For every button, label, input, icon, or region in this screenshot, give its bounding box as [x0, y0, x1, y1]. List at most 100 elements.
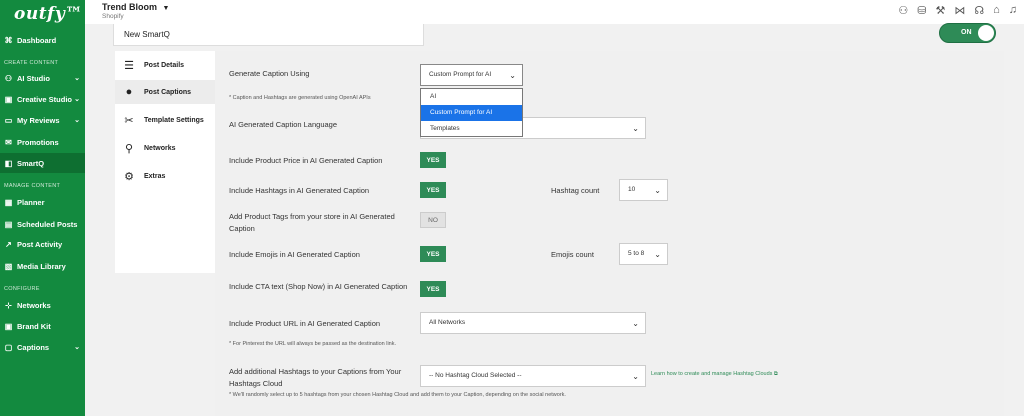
external-link-icon: ⧉ [773, 371, 778, 377]
section-manage-content: MANAGE CONTENT [4, 183, 61, 189]
sidebar-item-label: Post Activity [17, 239, 63, 249]
option-templates[interactable]: Templates [421, 121, 522, 137]
sidebar-item-networks[interactable]: ⊹ Networks [0, 295, 85, 315]
sidebar-item-promotions[interactable]: ✉ Promotions [0, 132, 85, 152]
sidebar-item-captions[interactable]: ▢ Captions ⌄ [0, 337, 85, 357]
activity-icon: ↗ [5, 239, 12, 249]
outfy-logo: outfy™ [14, 4, 83, 24]
promotions-icon: ✉ [5, 137, 12, 147]
creative-icon: ▣ [4, 94, 13, 104]
sidebar-item-ai-studio[interactable]: ⚇ AI Studio ⌄ [0, 68, 85, 88]
emojis-count-select[interactable]: 5 to 8 ⌄ [619, 243, 668, 265]
smartq-name-input[interactable]: New SmartQ [113, 24, 424, 46]
generate-caption-select[interactable]: Custom Prompt for AI ⌄ [420, 64, 523, 86]
tab-label: Post Captions [144, 88, 192, 96]
generate-caption-options: AI Custom Prompt for AI Templates [420, 88, 523, 137]
hashtag-cloud-label: Add additional Hashtags to your Captions… [229, 367, 402, 388]
sidebar: outfy™ ⌘ Dashboard CREATE CONTENT ⚇ AI S… [0, 0, 85, 416]
sidebar-item-label: Scheduled Posts [17, 219, 78, 229]
chevron-down-icon: ⌄ [74, 96, 80, 103]
media-icon: ▧ [4, 261, 13, 271]
url-select[interactable]: All Networks ⌄ [420, 312, 646, 334]
tab-post-captions[interactable]: ● Post Captions [115, 80, 215, 104]
topbar-icons: ⚇ ⛁ ⚒ ⋈ ☊ ⌂ ♫ [898, 4, 1017, 17]
tools-icon[interactable]: ⚒ [935, 4, 945, 17]
pinterest-note: * For Pinterest the URL will always be p… [229, 341, 397, 347]
networks-icon: ⊹ [5, 300, 12, 310]
hashtag-count-label: Hashtag count [551, 186, 600, 195]
sidebar-item-label: Promotions [17, 137, 59, 147]
link-text: Learn how to create and manage Hashtag C… [651, 371, 773, 377]
sidebar-item-creative-studio[interactable]: ▣ Creative Studio ⌄ [0, 89, 85, 109]
chevron-down-icon: ⌄ [74, 117, 80, 124]
hashtag-count-select[interactable]: 10 ⌄ [619, 179, 668, 201]
dashboard-icon: ⌘ [4, 35, 13, 45]
option-custom-prompt[interactable]: Custom Prompt for AI [421, 105, 522, 121]
sidebar-item-brand-kit[interactable]: ▣ Brand Kit [0, 316, 85, 336]
openai-note: * Caption and Hashtags are generated usi… [229, 95, 371, 101]
support-icon[interactable]: ☊ [974, 4, 984, 17]
sidebar-item-smartq[interactable]: ◧ SmartQ [0, 153, 85, 173]
shop-platform: Shopify [102, 13, 124, 20]
language-label: AI Generated Caption Language [229, 120, 337, 129]
hashtag-cloud-select[interactable]: -- No Hashtag Cloud Selected -- ⌄ [420, 365, 646, 387]
tab-template-settings[interactable]: ✂ Template Settings [115, 108, 215, 132]
url-label: Include Product URL in AI Generated Capt… [229, 319, 381, 328]
tab-label: Post Details [144, 61, 185, 69]
network-icon: ⚲ [124, 142, 134, 155]
tab-extras[interactable]: ⚙ Extras [115, 164, 215, 188]
chevron-down-icon: ⌄ [74, 75, 80, 82]
tab-label: Networks [144, 144, 176, 152]
sidebar-item-label: Dashboard [17, 35, 57, 45]
gear-icon: ⚙ [124, 170, 134, 183]
chevron-down-icon: ⌄ [632, 124, 639, 133]
topbar: Trend Bloom ▼ Shopify ⚇ ⛁ ⚒ ⋈ ☊ ⌂ ♫ [85, 0, 1024, 24]
generate-caption-label: Generate Caption Using [229, 69, 310, 78]
ai-icon: ⚇ [4, 73, 13, 83]
hashtags-toggle[interactable]: YES [420, 182, 446, 198]
emojis-count-label: Emojis count [551, 250, 594, 259]
shop-switcher[interactable]: Trend Bloom ▼ [102, 2, 169, 12]
sidebar-item-my-reviews[interactable]: ▭ My Reviews ⌄ [0, 110, 85, 130]
option-ai[interactable]: AI [421, 89, 522, 105]
tags-toggle[interactable]: NO [420, 212, 446, 228]
chevron-down-icon: ⌄ [74, 344, 80, 351]
sidebar-item-scheduled-posts[interactable]: ▤ Scheduled Posts [0, 214, 85, 234]
planner-icon: ▦ [4, 197, 13, 207]
tab-label: Template Settings [144, 116, 204, 124]
emojis-toggle[interactable]: YES [420, 246, 446, 262]
price-toggle[interactable]: YES [420, 152, 446, 168]
select-value: -- No Hashtag Cloud Selected -- [429, 372, 522, 379]
settings-tabs: ☰ Post Details ● Post Captions ✂ Templat… [115, 51, 215, 273]
notification-icon[interactable]: ♫ [1009, 4, 1017, 17]
sidebar-item-post-activity[interactable]: ↗ Post Activity [0, 234, 85, 254]
shop-name: Trend Bloom [102, 2, 158, 12]
caret-down-icon: ▼ [162, 5, 170, 12]
chat-icon: ● [125, 86, 133, 98]
chevron-down-icon: ⌄ [632, 372, 639, 381]
sidebar-item-dashboard[interactable]: ⌘ Dashboard [0, 30, 85, 50]
chevron-down-icon: ⌄ [509, 71, 516, 80]
hashtag-cloud-help-link[interactable]: Learn how to create and manage Hashtag C… [651, 371, 778, 378]
toggle-label: ON [961, 29, 972, 36]
smartq-toggle[interactable]: ON [939, 23, 996, 43]
billing-icon[interactable]: ⛁ [917, 4, 926, 17]
reviews-icon: ▭ [4, 115, 13, 125]
user-icon[interactable]: ⚇ [898, 4, 908, 17]
brandkit-icon: ▣ [4, 321, 13, 331]
sidebar-item-media-library[interactable]: ▧ Media Library [0, 256, 85, 276]
cta-toggle[interactable]: YES [420, 281, 446, 297]
sidebar-item-label: Planner [17, 197, 45, 207]
tab-networks[interactable]: ⚲ Networks [115, 136, 215, 160]
sidebar-item-planner[interactable]: ▦ Planner [0, 192, 85, 212]
tab-post-details[interactable]: ☰ Post Details [115, 53, 215, 77]
select-value: 5 to 8 [628, 250, 645, 257]
emojis-label: Include Emojis in AI Generated Caption [229, 250, 360, 259]
sidebar-item-label: AI Studio [17, 73, 50, 83]
hashtags-label: Include Hashtags in AI Generated Caption [229, 186, 370, 195]
store-icon[interactable]: ⌂ [993, 4, 1000, 17]
tags-label: Add Product Tags from your store in AI G… [229, 212, 395, 233]
chevron-down-icon: ⌄ [632, 319, 639, 328]
price-label: Include Product Price in AI Generated Ca… [229, 156, 383, 165]
handshake-icon[interactable]: ⋈ [954, 4, 965, 17]
